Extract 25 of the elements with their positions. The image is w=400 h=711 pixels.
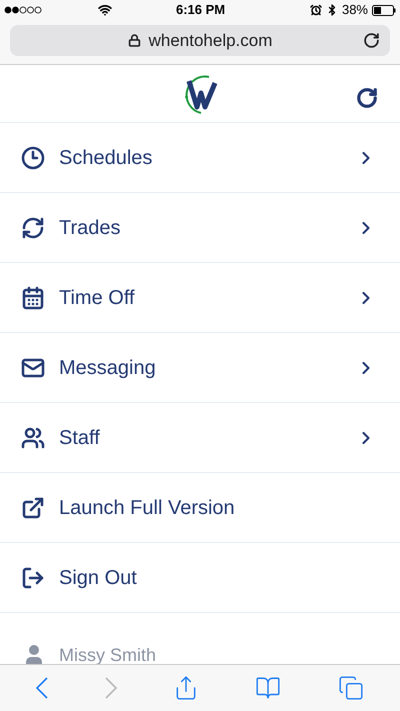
reload-icon[interactable] <box>363 32 380 49</box>
menu-item[interactable]: Time Off <box>0 263 400 333</box>
signal-icon <box>4 6 42 14</box>
external-link-icon <box>21 496 45 520</box>
menu-item[interactable]: Launch Full Version <box>0 473 400 543</box>
menu-item[interactable]: Staff <box>0 403 400 473</box>
url-text: whentohelp.com <box>148 30 272 52</box>
menu-item[interactable]: Schedules <box>0 123 400 193</box>
menu-item[interactable]: Sign Out <box>0 543 400 613</box>
lock-icon <box>128 34 141 47</box>
menu-item[interactable]: Trades <box>0 193 400 263</box>
alarm-icon <box>310 4 322 16</box>
status-time: 6:16 PM <box>176 1 226 20</box>
address-field[interactable]: whentohelp.com <box>10 25 390 56</box>
menu-item[interactable]: Messaging <box>0 333 400 403</box>
user-name: Missy Smith <box>59 644 156 664</box>
wifi-icon <box>98 3 112 17</box>
clock-icon <box>21 146 45 170</box>
sign-out-icon <box>21 566 45 590</box>
people-icon <box>21 426 45 450</box>
calendar-icon <box>21 286 45 310</box>
battery-percent: 38% <box>342 1 368 20</box>
cycle-arrows-icon <box>21 216 45 240</box>
refresh-icon[interactable] <box>356 87 378 109</box>
battery-icon <box>372 4 396 16</box>
